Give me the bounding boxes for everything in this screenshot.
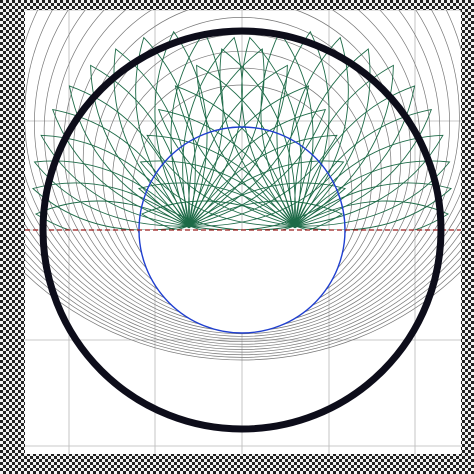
focal-point-left bbox=[186, 223, 192, 229]
focal-point-right bbox=[292, 223, 298, 229]
figure-canvas bbox=[0, 0, 474, 474]
